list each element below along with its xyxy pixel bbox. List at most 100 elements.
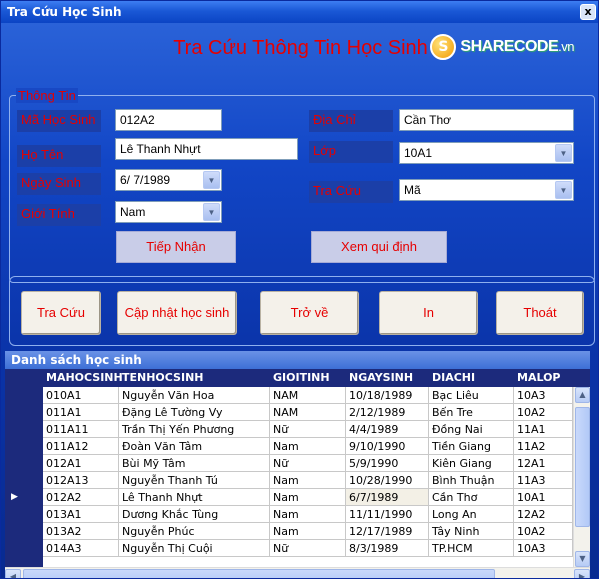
table-cell[interactable]: Long An [429,506,514,523]
table-cell[interactable]: Nam [270,489,346,506]
table-row[interactable]: 014A3 Nguyễn Thị Cuội Nữ 8/3/1989 TP.HCM 10A3 [5,540,573,557]
column-header[interactable]: TENHOCSINH [119,369,270,387]
row-selector[interactable] [5,421,43,438]
table-cell[interactable]: Dương Khắc Tùng [119,506,270,523]
table-cell[interactable]: 4/4/1989 [346,421,429,438]
table-cell[interactable]: 014A3 [43,540,119,557]
scroll-up-icon[interactable]: ▲ [575,387,590,403]
row-selector[interactable] [5,523,43,540]
table-row[interactable]: 011A12 Đoàn Văn Tâm Nam 9/10/1990 Tiền Giang… [5,438,573,455]
table-cell[interactable]: 010A1 [43,387,119,404]
gioi-tinh-select[interactable]: Nam ▼ [115,201,222,223]
table-cell[interactable]: Bạc Liêu [429,387,514,404]
table-cell[interactable]: Nữ [270,455,346,472]
table-cell[interactable]: Kiên Giang [429,455,514,472]
table-cell[interactable]: Nữ [270,421,346,438]
table-cell[interactable]: 11/11/1990 [346,506,429,523]
scroll-down-icon[interactable]: ▼ [575,551,590,567]
table-row[interactable]: 012A1 Bùi Mỹ Tâm Nữ 5/9/1990 Kiên Giang 12A1 [5,455,573,472]
table-cell[interactable]: 11A3 [514,472,573,489]
row-selector[interactable] [5,506,43,523]
chevron-down-icon[interactable]: ▼ [203,203,220,221]
column-header[interactable]: MALOP [514,369,573,387]
tro-ve-button[interactable]: Trở về [260,291,359,335]
vertical-scroll-thumb[interactable] [575,407,590,527]
table-row[interactable]: 013A1 Dương Khắc Tùng Nam 11/11/1990 Long An… [5,506,573,523]
horizontal-scrollbar[interactable]: ◀ ▶ [5,567,590,578]
table-cell[interactable]: Nam [270,438,346,455]
tra-cuu-select[interactable]: Mã ▼ [399,179,574,201]
column-header[interactable]: GIOITINH [270,369,346,387]
table-cell[interactable]: Nguyễn Phúc [119,523,270,540]
column-header[interactable]: NGAYSINH [346,369,429,387]
in-button[interactable]: In [379,291,478,335]
table-cell[interactable]: NAM [270,404,346,421]
table-cell[interactable]: 10/18/1989 [346,387,429,404]
table-cell[interactable]: 011A11 [43,421,119,438]
lop-select[interactable]: 10A1 ▼ [399,142,574,164]
vertical-scrollbar[interactable]: ▲ ▼ [573,387,590,567]
table-cell[interactable]: 12/17/1989 [346,523,429,540]
tra-cuu-button[interactable]: Tra Cứu [21,291,101,335]
close-button[interactable]: x [580,4,596,20]
student-grid[interactable]: MAHOCSINH TENHOCSINH GIOITINH NGAYSINH DIACH… [5,369,590,567]
table-cell[interactable]: Nữ [270,540,346,557]
table-cell[interactable]: 2/12/1989 [346,404,429,421]
table-cell[interactable]: 013A2 [43,523,119,540]
table-cell[interactable]: Đoàn Văn Tâm [119,438,270,455]
table-cell[interactable]: Bình Thuận [429,472,514,489]
table-cell[interactable]: 012A13 [43,472,119,489]
table-cell[interactable]: Nguyễn Văn Hoa [119,387,270,404]
table-cell[interactable]: 011A12 [43,438,119,455]
horizontal-scroll-thumb[interactable] [23,569,495,578]
table-cell[interactable]: Nam [270,472,346,489]
table-cell[interactable]: 10A2 [514,404,573,421]
ho-ten-input[interactable]: Lê Thanh Nhựt [115,138,298,160]
table-row[interactable]: ▶ 012A2 Lê Thanh Nhựt Nam 6/7/1989 Cần Thơ 10A… [5,489,573,506]
table-cell[interactable]: NAM [270,387,346,404]
ma-hoc-sinh-input[interactable]: 012A2 [115,109,222,131]
table-cell[interactable]: 11A1 [514,421,573,438]
table-cell[interactable]: TP.HCM [429,540,514,557]
dia-chi-input[interactable]: Cần Thơ [399,109,574,131]
table-cell[interactable]: Bến Tre [429,404,514,421]
table-cell[interactable]: Lê Thanh Nhựt [119,489,270,506]
table-cell[interactable]: 12A2 [514,506,573,523]
chevron-down-icon[interactable]: ▼ [555,181,572,199]
table-cell[interactable]: Đặng Lê Tường Vy [119,404,270,421]
row-selector[interactable]: ▶ [5,489,43,506]
table-cell[interactable]: Nam [270,523,346,540]
chevron-down-icon[interactable]: ▼ [203,171,220,189]
table-cell[interactable]: Nguyễn Thanh Tú [119,472,270,489]
column-header[interactable]: DIACHI [429,369,514,387]
table-cell[interactable]: 10/28/1990 [346,472,429,489]
row-selector[interactable] [5,387,43,404]
table-cell[interactable]: 12A1 [514,455,573,472]
scroll-right-icon[interactable]: ▶ [574,569,590,578]
column-header[interactable]: MAHOCSINH [43,369,123,387]
row-selector[interactable] [5,472,43,489]
table-cell[interactable]: Trần Thị Yến Phương [119,421,270,438]
table-cell[interactable]: Nam [270,506,346,523]
ngay-sinh-picker[interactable]: 6/ 7/1989 ▼ [115,169,222,191]
table-cell[interactable]: 6/7/1989 [346,489,429,506]
cap-nhat-hoc-sinh-button[interactable]: Cập nhật học sinh [117,291,237,335]
table-row[interactable]: 012A13 Nguyễn Thanh Tú Nam 10/28/1990 Bình T… [5,472,573,489]
table-cell[interactable]: 11A2 [514,438,573,455]
table-cell[interactable]: Nguyễn Thị Cuội [119,540,270,557]
table-row[interactable]: 011A1 Đặng Lê Tường Vy NAM 2/12/1989 Bến Tre… [5,404,573,421]
table-cell[interactable]: 10A1 [514,489,573,506]
tiep-nhan-button[interactable]: Tiếp Nhận [116,231,236,263]
table-cell[interactable]: 013A1 [43,506,119,523]
table-cell[interactable]: Tây Ninh [429,523,514,540]
table-row[interactable]: 013A2 Nguyễn Phúc Nam 12/17/1989 Tây Ninh 10A… [5,523,573,540]
row-selector[interactable] [5,404,43,421]
table-cell[interactable]: Bùi Mỹ Tâm [119,455,270,472]
scroll-left-icon[interactable]: ◀ [5,569,21,578]
table-cell[interactable]: 10A2 [514,523,573,540]
row-selector[interactable] [5,455,43,472]
table-cell[interactable]: 8/3/1989 [346,540,429,557]
table-cell[interactable]: 011A1 [43,404,119,421]
chevron-down-icon[interactable]: ▼ [555,144,572,162]
table-cell[interactable]: 012A1 [43,455,119,472]
